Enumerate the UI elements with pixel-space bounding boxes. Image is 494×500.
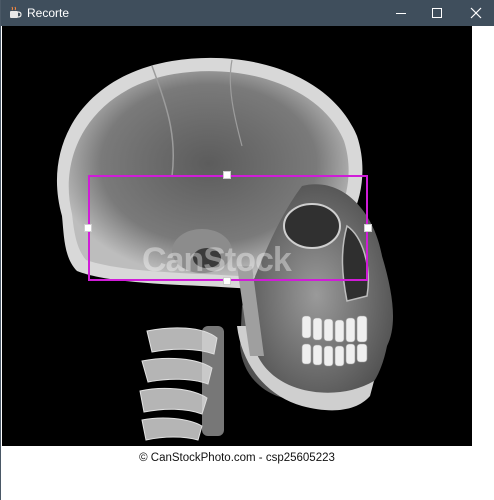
crop-handle-bottom[interactable] <box>223 277 231 285</box>
image-canvas[interactable]: CanStock <box>2 26 472 446</box>
java-cup-icon <box>10 6 22 18</box>
crop-handle-left[interactable] <box>84 224 92 232</box>
crop-window: Recorte CanStock © CanStockPhoto.com - c… <box>0 0 494 500</box>
maximize-button[interactable] <box>417 0 457 26</box>
caption-area: © CanStockPhoto.com - csp25605223 <box>2 446 494 500</box>
crop-handle-right[interactable] <box>364 224 372 232</box>
minimize-icon <box>396 13 406 14</box>
title-bar[interactable]: Recorte <box>1 0 494 26</box>
crop-handle-top[interactable] <box>223 171 231 179</box>
close-icon <box>470 7 482 19</box>
maximize-icon <box>432 8 442 18</box>
right-margin <box>472 26 494 446</box>
window-title: Recorte <box>27 6 70 20</box>
close-button[interactable] <box>456 0 494 26</box>
minimize-button[interactable] <box>381 0 421 26</box>
image-caption: © CanStockPhoto.com - csp25605223 <box>139 452 335 464</box>
crop-selection-rectangle[interactable] <box>88 175 368 281</box>
